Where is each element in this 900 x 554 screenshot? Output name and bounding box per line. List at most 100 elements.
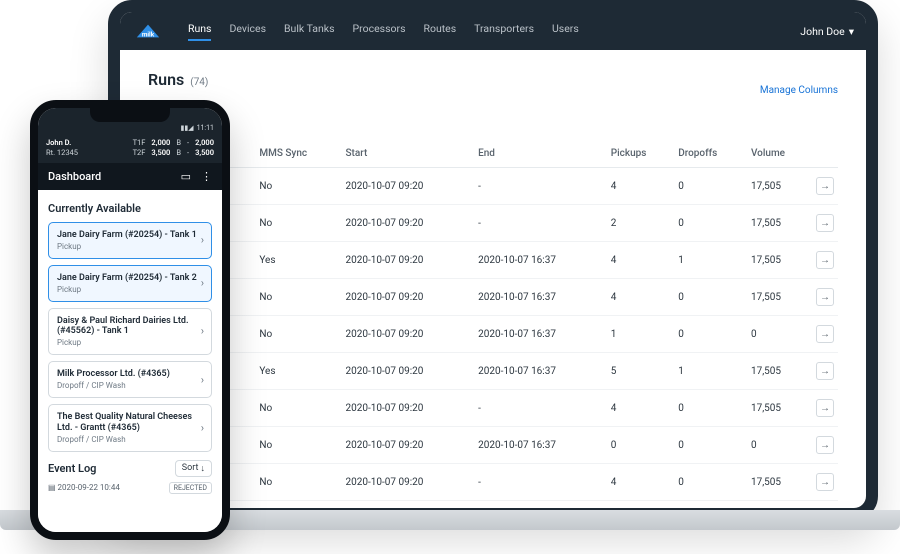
cell-pickups: 0 <box>607 427 674 464</box>
cell-end: - <box>474 168 607 205</box>
row-open-button[interactable]: → <box>816 399 834 417</box>
event-badge: REJECTED <box>169 482 212 494</box>
cell-start: 2020-10-07 09:20 <box>341 205 474 242</box>
cell-pickups: 5 <box>607 353 674 390</box>
cell-sync: No <box>255 390 341 427</box>
available-title: Currently Available <box>48 202 212 215</box>
sort-button[interactable]: Sort ↓ <box>175 460 212 477</box>
available-card[interactable]: The Best Quality Natural Cheeses Ltd. - … <box>48 404 212 452</box>
page-title: Runs <box>148 70 184 89</box>
row-open-button[interactable]: → <box>816 251 834 269</box>
cell-start: 2020-10-07 09:20 <box>341 168 474 205</box>
dashboard-title: Dashboard <box>48 170 101 183</box>
available-card[interactable]: Daisy & Paul Richard Dairies Ltd. (#4556… <box>48 308 212 356</box>
row-open-button[interactable]: → <box>816 325 834 343</box>
cell-start: 2020-10-07 09:20 <box>341 353 474 390</box>
phone-frame: ▮▮◢ 11:11 John D. Rt. 12345 T1F2,000B-2,… <box>30 100 230 540</box>
col-start[interactable]: Start <box>341 140 474 168</box>
svg-text:milk: milk <box>142 31 155 39</box>
cell-dropoffs: 0 <box>674 464 747 501</box>
nav-link-routes[interactable]: Routes <box>423 22 456 41</box>
brand-logo[interactable]: milk <box>132 21 164 41</box>
card-title: Jane Dairy Farm (#20254) - Tank 1 <box>57 230 203 241</box>
available-card[interactable]: Jane Dairy Farm (#20254) - Tank 1Pickup› <box>48 222 212 259</box>
cell-sync: No <box>255 279 341 316</box>
cell-end: 2020-10-07 16:37 <box>474 242 607 279</box>
chevron-right-icon: › <box>201 234 204 247</box>
user-menu[interactable]: John Doe ▾ <box>800 25 854 38</box>
page-count: (74) <box>190 77 208 88</box>
cell-pickups: 4 <box>607 390 674 427</box>
cell-end: 2020-10-07 16:37 <box>474 279 607 316</box>
nav-link-bulk-tanks[interactable]: Bulk Tanks <box>284 22 335 41</box>
cell-sync: No <box>255 464 341 501</box>
available-card[interactable]: Milk Processor Ltd. (#4365)Dropoff / CIP… <box>48 361 212 398</box>
cell-pickups: 4 <box>607 168 674 205</box>
cell-volume: 17,505 <box>747 242 812 279</box>
cell-sync: No <box>255 205 341 242</box>
row-open-button[interactable]: → <box>816 288 834 306</box>
phone-time: 11:11 <box>197 124 214 132</box>
event-item[interactable]: ▤ 2020-09-22 10:44 REJECTED <box>48 482 212 494</box>
user-name: John Doe <box>800 25 844 38</box>
col-mms-sync[interactable]: MMS Sync <box>255 140 341 168</box>
nav-link-transporters[interactable]: Transporters <box>474 22 534 41</box>
cell-start: 2020-10-07 09:20 <box>341 279 474 316</box>
cell-dropoffs: 0 <box>674 427 747 464</box>
row-open-button[interactable]: → <box>816 214 834 232</box>
card-subtitle: Pickup <box>57 338 203 347</box>
col-pickups[interactable]: Pickups <box>607 140 674 168</box>
available-card[interactable]: Jane Dairy Farm (#20254) - Tank 2Pickup› <box>48 265 212 302</box>
nav-link-runs[interactable]: Runs <box>188 22 211 41</box>
cell-sync: Yes <box>255 353 341 390</box>
arrow-down-icon: ↓ <box>201 463 206 474</box>
eventlog-title: Event Log <box>48 462 96 475</box>
cell-end: 2020-10-07 16:37 <box>474 353 607 390</box>
card-subtitle: Dropoff / CIP Wash <box>57 435 203 444</box>
table-row: In ProgressNo2020-10-07 09:20-4017,505→ <box>148 168 838 205</box>
cell-sync: No <box>255 427 341 464</box>
page-body: Runs (74) r Manage Columns StatusMMS Syn… <box>120 50 866 520</box>
manage-columns-link[interactable]: Manage Columns <box>760 85 838 96</box>
card-title: Daisy & Paul Richard Dairies Ltd. (#4556… <box>57 316 203 338</box>
row-open-button[interactable]: → <box>816 473 834 491</box>
cell-dropoffs: 0 <box>674 390 747 427</box>
dashboard-bar: Dashboard ▭ ⋮ <box>38 163 222 190</box>
cell-end: - <box>474 390 607 427</box>
chat-icon[interactable]: ▭ <box>181 170 191 183</box>
card-title: Milk Processor Ltd. (#4365) <box>57 369 203 380</box>
cell-dropoffs: 0 <box>674 205 747 242</box>
row-open-button[interactable]: → <box>816 436 834 454</box>
col-volume[interactable]: Volume <box>747 140 812 168</box>
phone-route: Rt. 12345 <box>46 148 78 157</box>
tank-row: T1F2,000B-2,000 <box>133 138 214 147</box>
chevron-right-icon: › <box>201 277 204 290</box>
cell-start: 2020-10-07 09:20 <box>341 427 474 464</box>
chevron-right-icon: › <box>201 325 204 338</box>
top-nav: milk Runs Devices Bulk Tanks Processors Rout… <box>120 12 866 50</box>
card-title: The Best Quality Natural Cheeses Ltd. - … <box>57 412 203 434</box>
col-end[interactable]: End <box>474 140 607 168</box>
cell-sync: No <box>255 168 341 205</box>
row-open-button[interactable]: → <box>816 177 834 195</box>
cell-volume: 17,505 <box>747 205 812 242</box>
more-icon[interactable]: ⋮ <box>201 170 212 183</box>
cell-end: - <box>474 205 607 242</box>
table-row: In ProgressNo2020-10-07 09:202020-10-07 … <box>148 279 838 316</box>
col-dropoffs[interactable]: Dropoffs <box>674 140 747 168</box>
phone-notch <box>90 108 170 122</box>
cell-sync: No <box>255 316 341 353</box>
cell-start: 2020-10-07 09:20 <box>341 316 474 353</box>
runs-table: StatusMMS SyncStartEndPickupsDropoffsVol… <box>148 140 838 520</box>
cell-end: - <box>474 464 607 501</box>
row-open-button[interactable]: → <box>816 362 834 380</box>
table-row: CompletedYes2020-10-07 09:202020-10-07 1… <box>148 353 838 390</box>
cell-dropoffs: 0 <box>674 316 747 353</box>
nav-link-devices[interactable]: Devices <box>229 22 266 41</box>
card-subtitle: Pickup <box>57 242 203 251</box>
nav-link-processors[interactable]: Processors <box>353 22 406 41</box>
chevron-right-icon: › <box>201 373 204 386</box>
table-row: CompletedYes2020-10-07 09:202020-10-07 1… <box>148 242 838 279</box>
nav-links: Runs Devices Bulk Tanks Processors Routes Tra… <box>188 22 800 41</box>
nav-link-users[interactable]: Users <box>552 22 579 41</box>
